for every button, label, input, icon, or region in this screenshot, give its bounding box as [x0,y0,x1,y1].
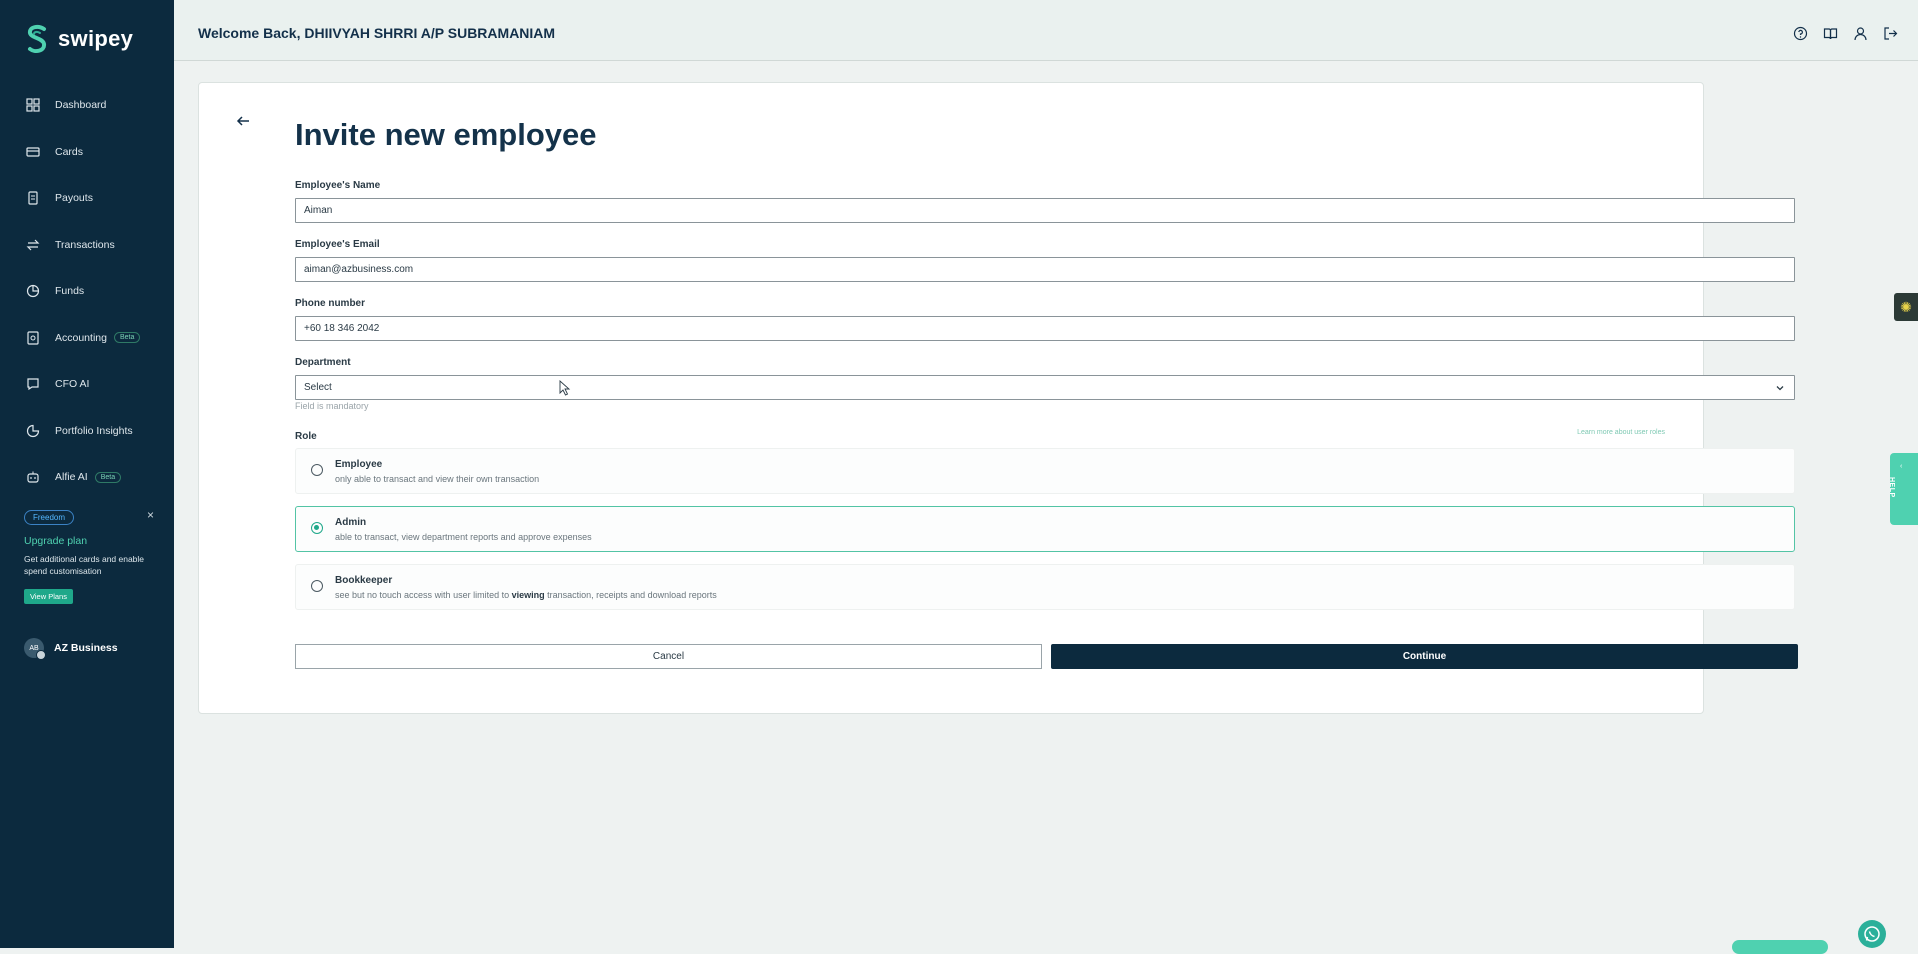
role-description-bold: viewing [511,590,545,600]
role-description-pre: see but no touch access with user limite… [335,590,512,600]
mouse-cursor-icon [559,380,571,396]
dashboard-icon [26,98,40,112]
sidebar-item-cfo-ai[interactable]: CFO AI [0,361,174,408]
sidebar-item-label: Funds [55,285,85,298]
sidebar-nav: Dashboard Cards Payouts Transactions Fun… [0,82,174,501]
help-label: HELP [1888,477,1895,498]
help-tab[interactable]: ‹ HELP [1888,453,1918,525]
avatar: AB [24,638,46,660]
chevron-left-icon: ‹ [1900,463,1903,470]
chat-icon [26,377,40,391]
cancel-button[interactable]: Cancel [295,644,1042,669]
close-icon[interactable]: × [147,508,154,522]
plan-badge: Freedom [24,510,75,525]
avatar-status-icon [36,650,46,660]
employee-name-label: Employee's Name [295,180,381,191]
employee-email-label: Employee's Email [295,239,380,250]
radio-button-selected[interactable] [311,522,323,534]
chevron-down-icon [1776,385,1784,390]
role-title: Employee [335,459,383,470]
radio-button[interactable] [311,580,323,592]
role-description-post: transaction, receipts and download repor… [544,590,717,600]
card-icon [26,145,40,159]
back-arrow-icon[interactable] [235,113,251,129]
role-description: only able to transact and view their own… [335,474,540,484]
pie-chart-icon [26,424,40,438]
sidebar-item-dashboard[interactable]: Dashboard [0,82,174,129]
sidebar: swipey Dashboard Cards Payouts Transacti… [0,0,174,948]
logo[interactable]: swipey [24,24,133,54]
beta-badge: Beta [94,471,122,483]
welcome-message: Welcome Back, DHIIVYAH SHRRI A/P SUBRAMA… [198,25,556,41]
user-icon[interactable] [1853,26,1868,41]
chat-pill-button[interactable] [1732,940,1828,954]
sidebar-item-transactions[interactable]: Transactions [0,222,174,269]
sun-widget-icon[interactable]: ✺ [1894,293,1918,321]
sidebar-item-cards[interactable]: Cards [0,129,174,176]
radio-button[interactable] [311,464,323,476]
role-description: able to transact, view department report… [335,532,592,542]
robot-icon [26,470,40,484]
sidebar-item-label: CFO AI [55,378,90,391]
top-bar: Welcome Back, DHIIVYAH SHRRI A/P SUBRAMA… [174,0,1918,61]
beta-badge: Beta [113,332,141,344]
learn-more-link[interactable]: Learn more about user roles [1577,429,1665,436]
sidebar-item-payouts[interactable]: Payouts [0,175,174,222]
upgrade-promo: Freedom × Upgrade plan Get additional ca… [24,507,154,604]
swipey-logo-icon [27,24,47,54]
book-icon[interactable] [1823,26,1838,41]
continue-button[interactable]: Continue [1051,644,1798,669]
role-option-bookkeeper[interactable]: Bookkeeper see but no touch access with … [295,564,1795,610]
role-option-employee[interactable]: Employee only able to transact and view … [295,448,1795,494]
funds-icon [26,284,40,298]
brand-name: swipey [58,26,134,51]
role-title: Admin [335,517,367,528]
role-description: see but no touch access with user limite… [335,590,717,600]
role-title: Bookkeeper [335,575,393,586]
employee-name-input[interactable] [295,198,1795,223]
sidebar-item-label: Portfolio Insights [55,424,133,437]
department-label: Department [295,357,351,368]
sidebar-item-label: Accounting [55,331,107,344]
top-icons [1793,26,1898,41]
invite-employee-card: Invite new employee Employee's Name Empl… [198,82,1798,714]
sidebar-item-label: Transactions [55,238,115,251]
sidebar-item-label: Dashboard [55,99,107,112]
help-circle-icon[interactable] [1793,26,1808,41]
sidebar-item-label: Payouts [55,192,93,205]
sidebar-item-funds[interactable]: Funds [0,268,174,315]
employee-email-input[interactable] [295,257,1795,282]
phone-number-label: Phone number [295,298,366,309]
logout-icon[interactable] [1883,26,1898,41]
department-hint: Field is mandatory [295,401,369,411]
department-placeholder: Select [304,382,332,393]
sidebar-item-alfie-ai[interactable]: Alfie AI Beta [0,454,174,501]
upgrade-plan-link[interactable]: Upgrade plan [24,535,154,547]
department-select[interactable]: Select [295,375,1795,400]
sidebar-item-accounting[interactable]: Accounting Beta [0,315,174,362]
account-switcher[interactable]: AB AZ Business [24,638,118,660]
sidebar-item-label: Alfie AI [55,471,88,484]
transactions-icon [26,238,40,252]
role-option-admin[interactable]: Admin able to transact, view department … [295,506,1795,552]
view-plans-button[interactable]: View Plans [24,589,73,604]
sidebar-item-label: Cards [55,145,84,158]
role-label: Role [295,431,317,442]
accounting-icon [26,331,40,345]
sidebar-item-portfolio-insights[interactable]: Portfolio Insights [0,408,174,455]
whatsapp-icon[interactable] [1858,920,1886,948]
page-title: Invite new employee [295,117,597,152]
payouts-icon [26,191,40,205]
account-name: AZ Business [54,642,118,654]
phone-number-input[interactable] [295,316,1795,341]
promo-description: Get additional cards and enable spend cu… [24,554,145,576]
